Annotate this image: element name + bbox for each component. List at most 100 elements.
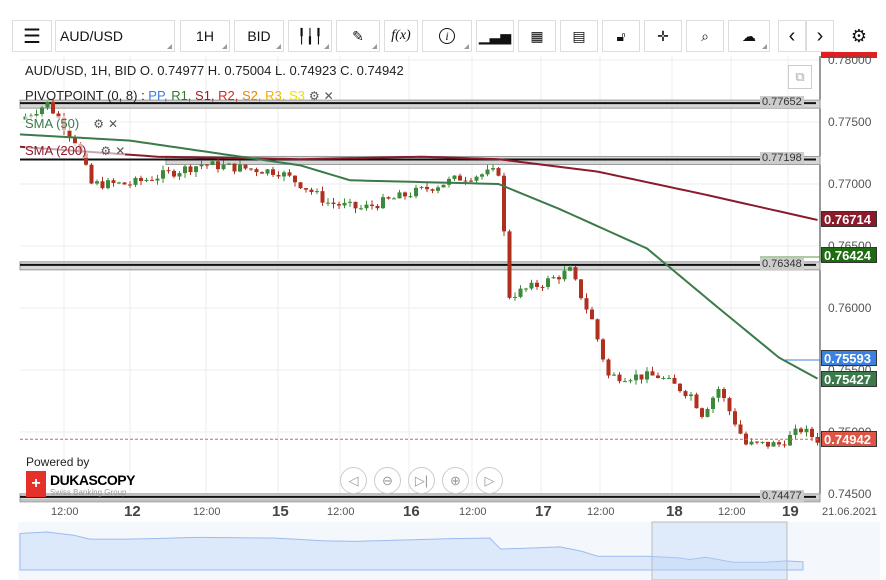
pivot-item-s1: S1, <box>195 88 219 103</box>
candle-body <box>617 374 622 382</box>
gear-icon[interactable]: ⚙ <box>100 144 111 158</box>
candle-body <box>623 381 627 383</box>
candle-body <box>804 428 809 433</box>
pivot-item-pp: PP, <box>148 88 172 103</box>
candle-body <box>612 374 616 376</box>
close-icon[interactable]: ✕ <box>115 144 125 158</box>
candle-body <box>331 202 336 205</box>
popout-icon[interactable]: ⧉ <box>788 65 812 89</box>
candle-body <box>760 441 765 443</box>
candle-body <box>700 408 704 417</box>
pivot-label: 0.74477 <box>760 489 804 502</box>
gear-icon[interactable]: ⚙ <box>93 117 104 131</box>
candle-body <box>414 187 418 197</box>
zoom-out-button[interactable]: ⊖ <box>374 467 401 494</box>
pivot-item-r3: R3, <box>265 88 289 103</box>
pivot-label: 0.76348 <box>760 257 804 270</box>
candle-body <box>672 377 677 384</box>
candle-body <box>436 187 440 191</box>
ohlc-legend: AUD/USD, 1H, BID O. 0.74977 H. 0.75004 L… <box>25 63 404 78</box>
candle-body <box>260 172 264 174</box>
candle-body <box>106 180 110 189</box>
candle-body <box>810 428 814 437</box>
time-label: 12:00 <box>587 506 615 518</box>
candle-body <box>535 282 539 287</box>
candle-body <box>128 184 132 186</box>
candle-body <box>485 169 490 175</box>
candle-body <box>282 172 286 177</box>
price-tick-label: 0.77500 <box>828 115 872 129</box>
candle-body <box>540 286 545 288</box>
candle-body <box>155 178 160 181</box>
date-label: 15 <box>272 503 289 520</box>
candle-body <box>342 202 347 206</box>
candle-body <box>287 172 292 176</box>
candle-body <box>766 441 770 447</box>
candle-body <box>667 377 671 379</box>
pivot-name: PIVOTPOINT (0, 8) <box>25 88 138 103</box>
candle-body <box>645 371 649 380</box>
candle-body <box>298 182 303 189</box>
candle-body <box>579 279 583 299</box>
candle-body <box>150 179 154 181</box>
candle-body <box>227 163 231 165</box>
price-tag: 0.74942 <box>821 431 877 448</box>
close-icon[interactable]: ✕ <box>324 89 334 103</box>
candle-body <box>777 442 781 445</box>
brand-name: DUKASCOPY <box>50 471 135 488</box>
candle-body <box>117 182 121 184</box>
candle-body <box>601 339 605 360</box>
candle-body <box>722 388 726 399</box>
candle-body <box>568 267 572 271</box>
candle-body <box>194 166 198 173</box>
powered-by: Powered by <box>26 455 90 469</box>
candle-body <box>359 208 363 210</box>
pivot-item-r1: R1, <box>171 88 196 103</box>
scroll-back-button[interactable]: ◁ <box>340 467 367 494</box>
candle-body <box>243 164 248 169</box>
date-label: 16 <box>403 503 420 520</box>
candle-body <box>738 424 743 434</box>
sma200-label: SMA (200) <box>25 143 87 158</box>
price-tick-label: 0.74500 <box>828 487 872 501</box>
candle-body <box>661 378 666 380</box>
candle-body <box>755 441 759 443</box>
candle-body <box>95 181 99 184</box>
candle-body <box>375 205 380 209</box>
time-label: 12:00 <box>327 506 355 518</box>
candle-body <box>386 197 391 199</box>
sma200-legend: SMA (200) ⚙ ✕ <box>25 143 126 158</box>
candle-body <box>304 188 308 190</box>
candle-body <box>678 383 682 392</box>
date-label: 17 <box>535 503 552 520</box>
candle-body <box>458 175 462 181</box>
sma50-label: SMA (50) <box>25 116 80 131</box>
pivot-sep: : <box>137 88 149 103</box>
close-icon[interactable]: ✕ <box>108 117 118 131</box>
navigator-window <box>651 521 788 580</box>
time-label: 12:00 <box>459 506 487 518</box>
pivot-item-s3: S3 <box>288 88 305 103</box>
candle-body <box>161 170 165 179</box>
reset-button[interactable]: ▷| <box>408 467 435 494</box>
candle-body <box>557 277 561 280</box>
candle-body <box>546 278 550 287</box>
scroll-forward-button[interactable]: ▷ <box>476 467 503 494</box>
candle-body <box>326 202 330 204</box>
price-tag: 0.76714 <box>821 211 877 228</box>
candle-body <box>793 428 798 435</box>
zoom-in-button[interactable]: ⊕ <box>442 467 469 494</box>
candle-body <box>392 198 396 200</box>
candle-body <box>771 442 776 447</box>
candle-body <box>502 175 506 232</box>
candle-body <box>683 391 688 397</box>
candle-body <box>111 180 116 183</box>
candle-body <box>232 163 237 172</box>
candle-body <box>265 169 270 174</box>
candle-body <box>254 169 259 173</box>
gear-icon[interactable]: ⚙ <box>309 89 320 103</box>
time-label: 12:00 <box>193 506 221 518</box>
candle-body <box>139 177 143 181</box>
candle-body <box>595 319 600 340</box>
candle-body <box>584 298 589 310</box>
